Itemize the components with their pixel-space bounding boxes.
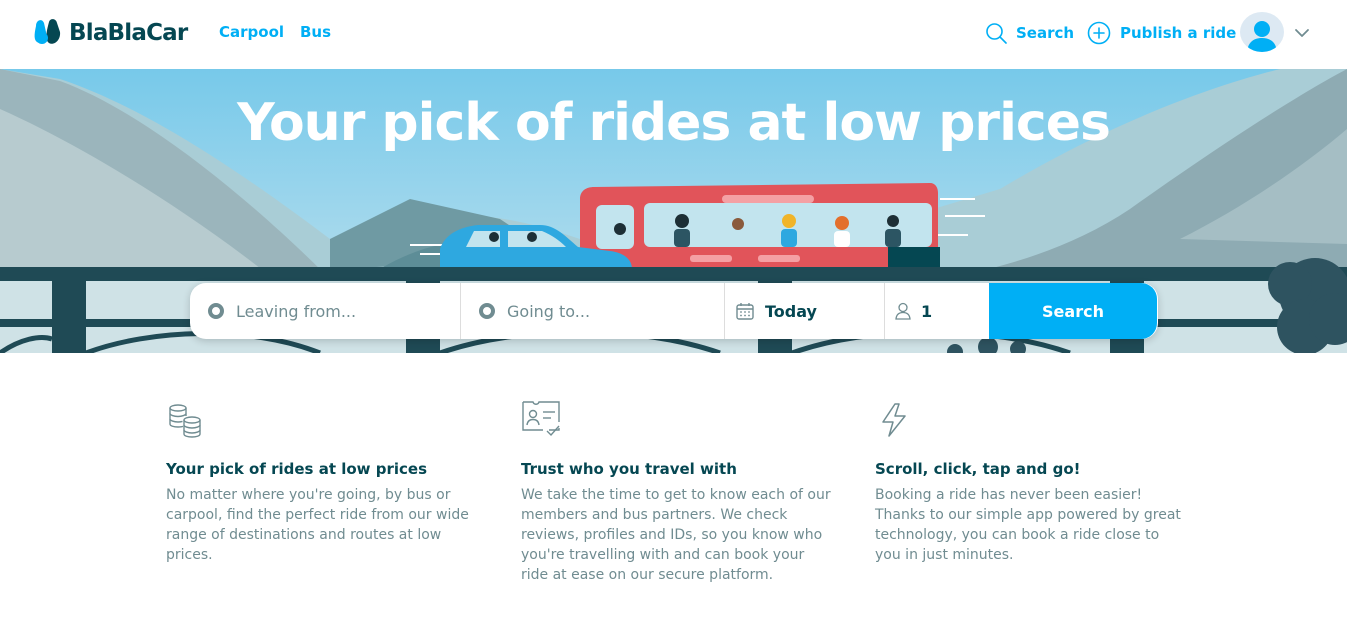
publish-ride-button[interactable]: Publish a ride [1087, 20, 1236, 46]
user-avatar[interactable] [1240, 12, 1284, 52]
user-icon [1247, 21, 1277, 52]
feature-title: Trust who you travel with [521, 460, 737, 478]
feature-line: Thanks to our simple app powered by grea… [875, 507, 1181, 523]
coins-icon [169, 404, 201, 438]
header-search-button[interactable]: Search [985, 20, 1074, 46]
id-card-check-icon [522, 401, 560, 437]
passengers-field[interactable]: 1 [885, 283, 989, 339]
feature-trust: Trust who you travel with We take the ti… [521, 400, 831, 583]
nav-carpool-link[interactable]: Carpool [219, 23, 284, 41]
passenger-icon [895, 302, 911, 320]
feature-description: Booking a ride has never been easier! Th… [875, 485, 1185, 565]
lightning-icon [882, 403, 906, 437]
search-icon [986, 23, 1007, 44]
calendar-icon [736, 303, 754, 320]
search-rides-button[interactable]: Search [989, 283, 1157, 339]
passengers-value: 1 [921, 301, 933, 321]
feature-line: We take the time to get to know each of … [521, 487, 831, 503]
feature-description: We take the time to get to know each of … [521, 485, 831, 585]
feature-low-prices: Your pick of rides at low prices No matt… [166, 400, 476, 563]
header-search-label: Search [1016, 24, 1075, 42]
logo-text: BlaBlaCar [69, 20, 188, 46]
date-value: Today [765, 301, 817, 321]
ride-search-bar: Leaving from... Going to... Today 1 Sear… [190, 283, 1158, 339]
feature-description: No matter where you're going, by bus or … [166, 485, 476, 565]
feature-title: Scroll, click, tap and go! [875, 460, 1081, 478]
origin-circle-icon [208, 303, 224, 319]
feature-line: ride at ease on our secure platform. [521, 567, 774, 583]
date-picker-field[interactable]: Today [725, 283, 884, 339]
logo[interactable]: BlaBlaCar [33, 16, 188, 50]
plus-circle-icon [1087, 21, 1111, 45]
feature-line: Booking a ride has never been easier! [875, 487, 1143, 503]
chevron-down-icon[interactable] [1293, 24, 1311, 42]
leaving-from-placeholder: Leaving from... [236, 301, 357, 321]
publish-ride-label: Publish a ride [1120, 24, 1237, 42]
feature-line: prices. [166, 547, 213, 563]
leaving-from-field[interactable]: Leaving from... [190, 283, 460, 339]
feature-line: members and bus partners. We check [521, 507, 788, 523]
feature-line: No matter where you're going, by bus or [166, 487, 451, 503]
top-header: BlaBlaCar Carpool Bus Search Publish a r… [0, 0, 1347, 69]
feature-line: you in just minutes. [875, 547, 1014, 563]
feature-line: you're travelling with and can book your [521, 547, 805, 563]
feature-line: carpool, find the perfect ride from our … [166, 507, 469, 523]
blablacar-logo-icon [34, 19, 61, 44]
going-to-field[interactable]: Going to... [461, 283, 724, 339]
going-to-placeholder: Going to... [507, 301, 591, 321]
feature-line: technology, you can book a ride close to [875, 527, 1160, 543]
hero-title: Your pick of rides at low prices [237, 93, 1111, 153]
feature-line: reviews, profiles and IDs, so you know w… [521, 527, 823, 543]
destination-circle-icon [479, 303, 495, 319]
nav-bus-link[interactable]: Bus [300, 23, 331, 41]
feature-easy-booking: Scroll, click, tap and go! Booking a rid… [875, 400, 1185, 563]
feature-line: range of destinations and routes at low [166, 527, 442, 543]
feature-title: Your pick of rides at low prices [166, 460, 428, 478]
